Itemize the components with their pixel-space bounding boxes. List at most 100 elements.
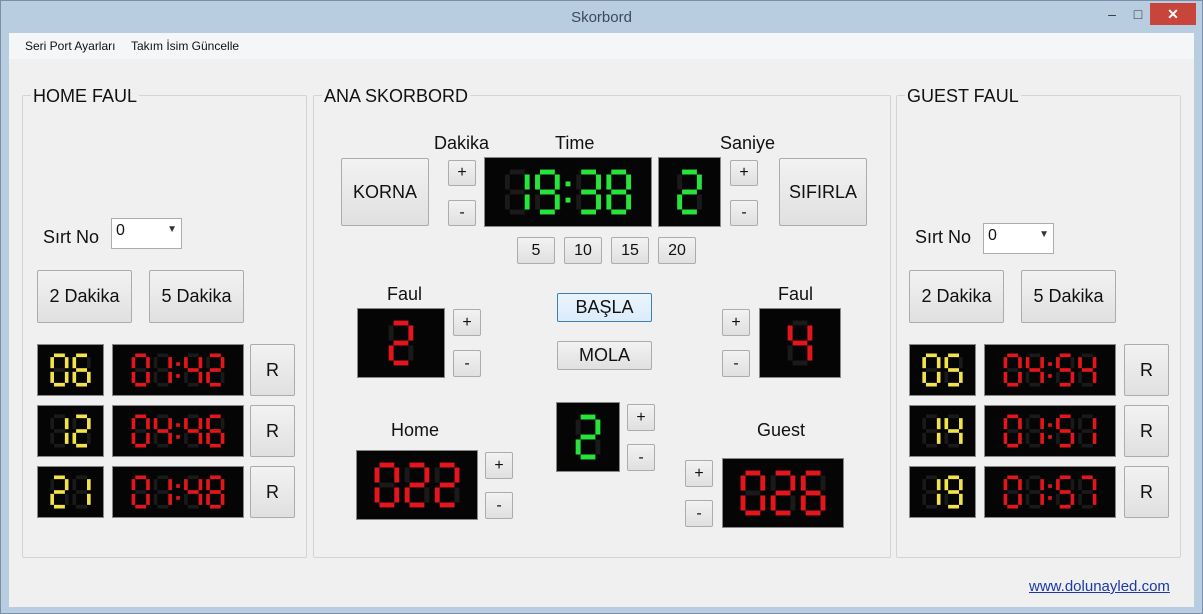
led-segment xyxy=(1081,368,1093,372)
led-segment xyxy=(820,495,826,511)
period-minus-button[interactable]: - xyxy=(627,444,655,471)
guest-reset-2-button[interactable]: R xyxy=(1124,405,1169,457)
home-5-dakika-button[interactable]: 5 Dakika xyxy=(149,270,244,323)
led-segment xyxy=(146,418,150,430)
saniye-plus-button[interactable]: + xyxy=(730,160,758,186)
led-segment xyxy=(535,174,540,190)
home-reset-3-button[interactable]: R xyxy=(250,466,295,518)
korna-button[interactable]: KORNA xyxy=(341,158,429,226)
home-score-plus-button[interactable]: + xyxy=(485,452,513,479)
led-segment xyxy=(153,418,158,430)
led-segment xyxy=(408,345,414,361)
minimize-button[interactable]: – xyxy=(1099,3,1125,25)
led-segment xyxy=(198,479,203,491)
led-segment xyxy=(948,353,960,358)
led-segment xyxy=(1059,414,1071,419)
home-reset-2-button[interactable]: R xyxy=(250,405,295,457)
led-segment xyxy=(209,429,221,433)
home-faul-plus-button[interactable]: + xyxy=(453,309,481,336)
led-segment xyxy=(580,454,596,460)
led-segment xyxy=(948,443,960,448)
preset-10-button[interactable]: 10 xyxy=(564,237,602,264)
menu-serial-port-settings[interactable]: Seri Port Ayarları xyxy=(25,39,115,53)
led-segment xyxy=(792,360,808,366)
guest-faul-plus-button[interactable]: + xyxy=(722,309,750,336)
guest-sirt-select[interactable]: 0 ▼ xyxy=(983,223,1054,254)
led-segment xyxy=(1078,432,1082,444)
guest-2-dakika-button[interactable]: 2 Dakika xyxy=(909,270,1004,323)
dakika-minus-button[interactable]: - xyxy=(448,200,476,226)
led-segment xyxy=(959,479,963,491)
led-segment xyxy=(135,382,147,387)
led-segment xyxy=(209,490,221,494)
led-segment xyxy=(1059,353,1071,358)
sifirla-button[interactable]: SIFIRLA xyxy=(779,158,867,226)
led-segment xyxy=(1018,479,1022,491)
led-segment xyxy=(184,493,188,505)
guest-player-3-timer xyxy=(984,466,1116,518)
led-segment xyxy=(379,502,395,508)
led-segment xyxy=(936,357,941,369)
led-segment xyxy=(790,495,796,511)
led-segment xyxy=(1040,479,1044,491)
led-segment xyxy=(745,490,761,496)
led-segment xyxy=(153,493,158,505)
led-segment xyxy=(209,382,221,387)
mola-button[interactable]: MOLA xyxy=(557,341,652,370)
led-segment xyxy=(1081,443,1093,448)
led-segment xyxy=(220,371,225,383)
led-segment xyxy=(581,169,597,175)
home-2-dakika-button[interactable]: 2 Dakika xyxy=(37,270,132,323)
maximize-button[interactable]: □ xyxy=(1125,3,1151,25)
led-colon-dot xyxy=(1048,374,1052,378)
period-plus-button[interactable]: + xyxy=(627,404,655,431)
led-segment xyxy=(409,462,425,468)
dakika-plus-button[interactable]: + xyxy=(448,160,476,186)
guest-player-2-number xyxy=(909,405,976,457)
led-segment xyxy=(1081,429,1093,433)
close-button[interactable]: ✕ xyxy=(1150,3,1196,25)
led-segment xyxy=(925,490,937,494)
led-segment xyxy=(53,504,65,509)
guest-score-minus-button[interactable]: - xyxy=(685,500,713,527)
led-segment xyxy=(1092,479,1097,491)
led-segment xyxy=(554,194,560,210)
led-segment xyxy=(581,189,597,195)
website-link[interactable]: www.dolunayled.com xyxy=(1029,578,1170,595)
led-segment xyxy=(131,479,136,491)
menu-team-name-update[interactable]: Takım İsim Güncelle xyxy=(131,39,239,53)
led-segment xyxy=(922,418,926,430)
app-window: Skorbord – □ ✕ Seri Port Ayarları Takım … xyxy=(0,0,1203,614)
led-segment xyxy=(948,382,960,387)
led-segment xyxy=(220,493,225,505)
led-segment xyxy=(1078,357,1082,369)
led-segment xyxy=(1007,353,1019,358)
home-sirt-select[interactable]: 0 ▼ xyxy=(111,218,182,249)
led-segment xyxy=(1081,504,1093,509)
home-reset-1-button[interactable]: R xyxy=(250,344,295,396)
home-faul-label: Faul xyxy=(387,284,423,304)
guest-reset-1-button[interactable]: R xyxy=(1124,344,1169,396)
led-segment xyxy=(1029,353,1041,358)
led-segment xyxy=(220,479,225,491)
preset-5-button[interactable]: 5 xyxy=(517,237,555,264)
guest-score-plus-button[interactable]: + xyxy=(685,460,713,487)
guest-5-dakika-button[interactable]: 5 Dakika xyxy=(1021,270,1116,323)
led-segment xyxy=(581,209,597,215)
preset-15-button[interactable]: 15 xyxy=(611,237,649,264)
led-segment xyxy=(1092,371,1097,383)
led-segment xyxy=(1018,493,1022,505)
led-segment xyxy=(135,490,147,494)
basla-button[interactable]: BAŞLA xyxy=(557,293,652,322)
led-segment xyxy=(948,504,960,509)
led-segment xyxy=(1003,493,1008,505)
home-score-minus-button[interactable]: - xyxy=(485,492,513,519)
home-faul-minus-button[interactable]: - xyxy=(453,350,481,377)
guest-reset-3-button[interactable]: R xyxy=(1124,466,1169,518)
guest-faul-minus-button[interactable]: - xyxy=(722,350,750,377)
led-segment xyxy=(792,340,808,346)
saniye-minus-button[interactable]: - xyxy=(730,200,758,226)
led-segment xyxy=(1056,371,1060,383)
preset-20-button[interactable]: 20 xyxy=(658,237,696,264)
led-segment xyxy=(135,368,147,372)
